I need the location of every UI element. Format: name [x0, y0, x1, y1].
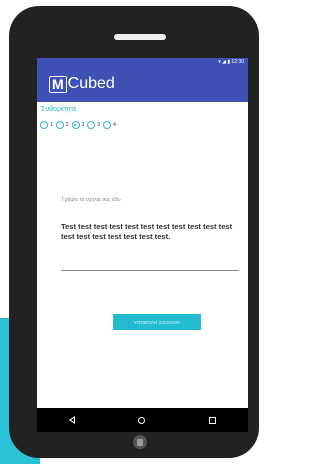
home-button-icon: [137, 438, 143, 446]
radio-label: 2: [65, 122, 69, 128]
radio-label: 1: [50, 122, 53, 128]
app-title: Cubed: [67, 75, 115, 92]
radio-option-2[interactable]: 2: [55, 121, 69, 129]
status-icons: ▾ ◢ ▮ 12:30: [218, 59, 244, 65]
status-bar: ▾ ◢ ▮ 12:30: [37, 58, 248, 66]
app-logo: M: [49, 75, 67, 93]
input-underline: [61, 270, 239, 271]
navigation-bar: [37, 408, 248, 432]
radio-circle-icon: [40, 121, 48, 129]
device-home-button[interactable]: [133, 435, 147, 449]
comment-prompt: Γράψτε τα σχόλια σας εδώ: [62, 197, 121, 203]
submit-comment-button[interactable]: ΥΠΟΒΟΛΗ ΣΧΟΛΙΟΥ: [113, 314, 201, 330]
radio-label: 3: [81, 122, 85, 128]
phone-frame: ▾ ◢ ▮ 12:30 M Cubed Συθορέτητε 1 2 3 3 4…: [9, 6, 259, 458]
radio-circle-icon: [55, 121, 64, 129]
phone-screen: ▾ ◢ ▮ 12:30 M Cubed Συθορέτητε 1 2 3 3 4…: [37, 58, 248, 432]
radio-option-4[interactable]: 3: [87, 121, 100, 129]
app-bar: M Cubed: [37, 66, 248, 102]
radio-circle-icon: [87, 121, 96, 129]
rating-radio-group: 1 2 3 3 4: [40, 119, 248, 131]
radio-option-5[interactable]: 4: [103, 121, 116, 129]
radio-option-1[interactable]: 1: [40, 121, 53, 129]
question-title: Συθορέτητε: [41, 106, 77, 113]
radio-circle-icon: [103, 121, 112, 129]
radio-label: 4: [113, 122, 116, 128]
radio-checked-icon: [71, 121, 80, 129]
home-icon[interactable]: [138, 416, 146, 424]
back-icon[interactable]: [68, 416, 75, 424]
radio-option-3[interactable]: 3: [71, 121, 85, 129]
comment-input[interactable]: Test test test test test test test test …: [61, 222, 239, 242]
recents-icon[interactable]: [209, 416, 217, 424]
speaker-grille: [114, 34, 166, 40]
radio-label: 3: [97, 122, 101, 128]
